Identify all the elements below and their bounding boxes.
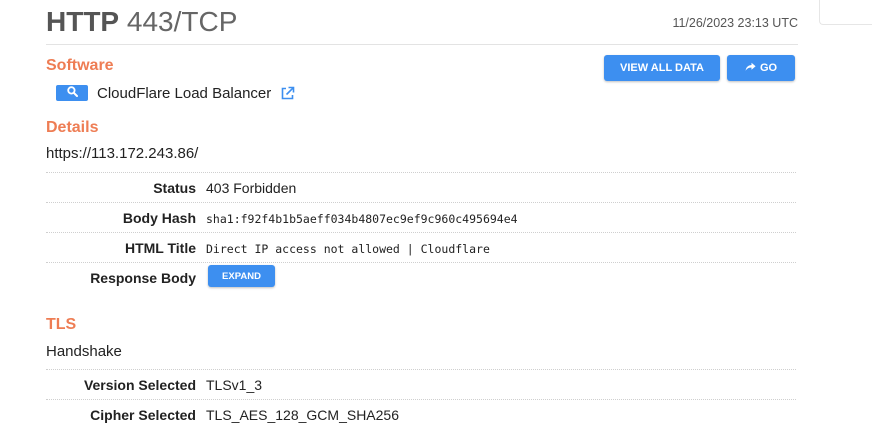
protocol-label: HTTP <box>46 6 120 37</box>
tls-row-version: Version Selected TLSv1_3 <box>46 369 796 400</box>
tls-value: TLS_AES_128_GCM_SHA256 <box>206 407 399 423</box>
detail-value: Direct IP access not allowed | Cloudflar… <box>206 242 490 256</box>
tls-subtitle: Handshake <box>46 343 122 360</box>
expand-label: EXPAND <box>222 270 261 282</box>
software-entry: CloudFlare Load Balancer <box>56 84 296 102</box>
detail-row-response-body: Response Body EXPAND <box>46 262 796 293</box>
detail-key: Body Hash <box>122 210 196 226</box>
tls-value: TLSv1_3 <box>206 377 263 393</box>
details-section-title: Details <box>46 119 99 136</box>
software-section-title: Software <box>46 57 114 74</box>
tls-key: Version Selected <box>83 377 196 393</box>
go-label: GO <box>759 62 778 74</box>
detail-key: Response Body <box>90 270 196 286</box>
view-all-data-button[interactable]: VIEW ALL DATA <box>604 55 720 81</box>
detail-row-body-hash: Body Hash sha1:f92f4b1b5aeff034b4807ec9e… <box>46 202 796 233</box>
side-card-edge <box>819 0 872 25</box>
tls-row-cipher: Cipher Selected TLS_AES_128_GCM_SHA256 <box>46 399 796 429</box>
view-all-data-label: VIEW ALL DATA <box>620 62 704 74</box>
search-icon <box>66 84 78 102</box>
expand-button[interactable]: EXPAND <box>208 265 275 287</box>
detail-key: Status <box>153 180 196 196</box>
detail-value: 403 Forbidden <box>206 180 297 196</box>
tls-key: Cipher Selected <box>90 407 196 423</box>
tls-section-title: TLS <box>46 316 77 333</box>
service-header: HTTP 443/TCP 11/26/2023 23:13 UTC <box>46 0 798 45</box>
share-arrow-icon <box>745 62 756 75</box>
service-title: HTTP 443/TCP <box>46 6 237 38</box>
go-button[interactable]: GO <box>727 55 795 81</box>
detail-key: HTML Title <box>124 240 196 256</box>
external-link-icon[interactable] <box>280 85 296 101</box>
service-detail-page: HTTP 443/TCP 11/26/2023 23:13 UTC Softwa… <box>0 0 872 429</box>
service-url: https://113.172.243.86/ <box>46 145 199 162</box>
detail-value: sha1:f92f4b1b5aeff034b4807ec9ef9c960c495… <box>206 212 518 226</box>
scan-timestamp: 11/26/2023 23:13 UTC <box>672 16 798 30</box>
detail-row-status: Status 403 Forbidden <box>46 172 796 203</box>
port-label: 443/TCP <box>126 6 238 37</box>
software-name: CloudFlare Load Balancer <box>97 84 272 102</box>
software-search-button[interactable] <box>56 85 88 101</box>
detail-row-html-title: HTML Title Direct IP access not allowed … <box>46 232 796 263</box>
